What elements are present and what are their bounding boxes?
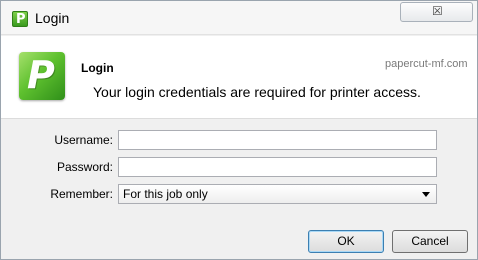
remember-label: Remember: <box>50 187 113 201</box>
banner-message: Your login credentials are required for … <box>93 84 421 100</box>
remember-selected-value: For this job only <box>123 187 208 201</box>
title-bar: P Login ☒ <box>1 1 477 35</box>
logo-letter: P <box>27 53 55 97</box>
papercut-logo-icon: P <box>12 11 28 27</box>
close-button[interactable]: ☒ <box>400 2 473 22</box>
login-form: Username: Password: Remember: For this j… <box>1 120 477 259</box>
password-field[interactable] <box>118 157 437 177</box>
title-icon-letter: P <box>16 12 26 27</box>
password-label: Password: <box>56 160 113 174</box>
papercut-logo-icon: P <box>19 52 65 100</box>
username-label: Username: <box>54 133 113 147</box>
banner-heading: Login <box>81 61 114 75</box>
close-icon: ☒ <box>432 4 443 18</box>
username-field[interactable] <box>118 130 437 150</box>
chevron-down-icon <box>422 192 430 197</box>
ok-button[interactable]: OK <box>308 230 384 253</box>
header-banner: P Login papercut-mf.com Your login crede… <box>1 36 477 119</box>
login-dialog: P Login ☒ P Login papercut-mf.com Your l… <box>0 0 478 260</box>
cancel-button[interactable]: Cancel <box>392 230 468 253</box>
banner-site: papercut-mf.com <box>385 58 468 70</box>
window-title: Login <box>35 10 70 26</box>
remember-dropdown[interactable]: For this job only <box>118 184 437 204</box>
